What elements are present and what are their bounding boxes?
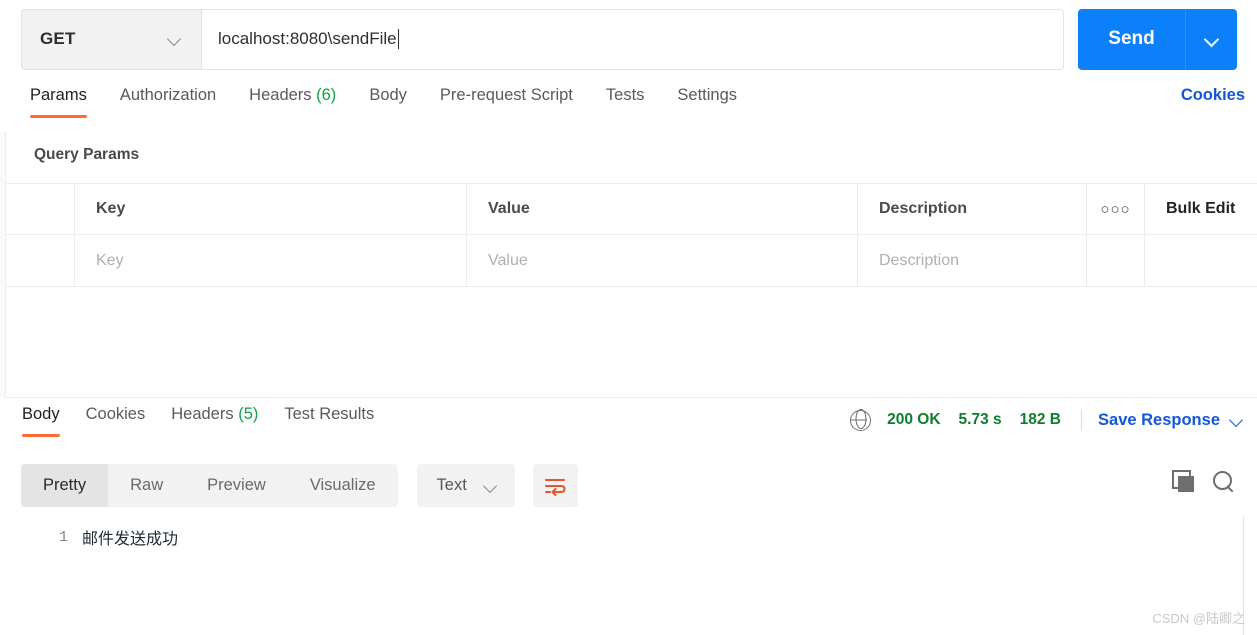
word-wrap-icon <box>545 478 566 496</box>
tab-label: Headers <box>249 86 312 104</box>
word-wrap-button[interactable] <box>532 464 578 507</box>
tab-label: Headers <box>171 405 234 423</box>
column-header-value: Value <box>467 183 858 235</box>
tab-label: Test Results <box>284 405 375 423</box>
tab-label: Pre-request Script <box>439 86 573 104</box>
chevron-down-icon <box>483 478 499 494</box>
watermark: CSDN @陆卿之 <box>1152 611 1245 626</box>
tab-authorization[interactable]: Authorization <box>120 86 216 117</box>
response-view-toolbar: Pretty Raw Preview Visualize Text <box>21 464 578 507</box>
table-header-row: Key Value Description ○○○ Bulk Edit <box>6 183 1257 235</box>
tab-count: (5) <box>238 405 259 423</box>
view-mode-segmented-control: Pretty Raw Preview Visualize <box>21 464 398 507</box>
url-input[interactable]: localhost:8080\sendFile <box>201 8 1064 70</box>
bulk-edit-label: Bulk Edit <box>1166 200 1236 217</box>
tab-label: Cookies <box>85 405 146 423</box>
tab-label: Params <box>30 86 87 104</box>
column-header-key: Key <box>75 183 467 235</box>
request-tabs: Params Authorization Headers (6) Body Pr… <box>0 86 1257 132</box>
send-options-button[interactable] <box>1185 8 1237 70</box>
tab-count: (6) <box>316 86 337 104</box>
tab-headers[interactable]: Headers (6) <box>249 86 336 117</box>
search-icon[interactable] <box>1212 470 1235 493</box>
divider <box>1081 409 1083 431</box>
copy-icon[interactable] <box>1172 470 1195 493</box>
row-checkbox-cell[interactable] <box>6 234 75 287</box>
save-response-label: Save Response <box>1098 410 1220 429</box>
postman-window: GET localhost:8080\sendFile Send Params … <box>0 0 1257 635</box>
http-method-selector[interactable]: GET <box>21 8 201 70</box>
panel-divider <box>6 397 1257 398</box>
bulk-edit-button[interactable]: Bulk Edit <box>1145 183 1257 235</box>
save-response-button[interactable]: Save Response <box>1098 411 1245 430</box>
response-meta: 200 OK 5.73 s 182 B Save Response <box>850 409 1245 431</box>
query-params-title: Query Params <box>34 146 140 163</box>
tab-label: Settings <box>677 86 738 104</box>
request-url-bar: GET localhost:8080\sendFile Send <box>0 0 1257 78</box>
line-content: 邮件发送成功 <box>82 531 179 548</box>
tab-tests[interactable]: Tests <box>606 86 645 117</box>
tab-body[interactable]: Body <box>369 86 407 117</box>
tab-pre-request-script[interactable]: Pre-request Script <box>440 86 573 117</box>
chevron-down-icon <box>1204 31 1220 47</box>
response-size: 182 B <box>1019 411 1062 428</box>
ellipsis-icon: ○○○ <box>1100 200 1131 218</box>
view-mode-pretty[interactable]: Pretty <box>21 464 109 507</box>
content-type-label: Text <box>436 476 467 494</box>
view-mode-preview[interactable]: Preview <box>185 464 288 507</box>
content-type-selector[interactable]: Text <box>416 464 515 507</box>
response-tab-test-results[interactable]: Test Results <box>284 405 374 436</box>
status-badge: 200 OK <box>887 411 941 428</box>
globe-icon <box>850 409 872 431</box>
table-options-button[interactable]: ○○○ <box>1087 183 1145 235</box>
column-header-description: Description <box>858 183 1087 235</box>
send-button-group: Send <box>1078 8 1237 70</box>
view-mode-visualize[interactable]: Visualize <box>288 464 398 507</box>
chevron-down-icon <box>1229 412 1245 428</box>
cookies-link[interactable]: Cookies <box>1181 86 1245 105</box>
http-method-label: GET <box>40 29 76 48</box>
tab-label: Tests <box>605 86 645 104</box>
select-all-checkbox-cell[interactable] <box>6 183 75 235</box>
response-tab-cookies[interactable]: Cookies <box>86 405 146 436</box>
response-actions <box>1172 470 1235 493</box>
query-params-table: Key Value Description ○○○ Bulk Edit Key … <box>6 183 1257 287</box>
tab-label: Body <box>22 405 60 423</box>
table-row: Key Value Description <box>6 234 1257 287</box>
line-number: 1 <box>58 528 68 546</box>
response-body-viewer[interactable]: 1 邮件发送成功 <box>0 518 1257 635</box>
tab-label: Body <box>369 86 407 104</box>
row-spacer <box>1087 234 1145 287</box>
chevron-down-icon <box>167 31 183 47</box>
view-mode-raw[interactable]: Raw <box>108 464 185 507</box>
value-input[interactable]: Value <box>467 234 858 287</box>
row-spacer-2 <box>1145 235 1257 287</box>
response-tab-body[interactable]: Body <box>22 405 60 437</box>
key-input[interactable]: Key <box>75 234 467 287</box>
tab-label: Authorization <box>119 86 217 104</box>
description-input[interactable]: Description <box>858 234 1087 287</box>
send-button[interactable]: Send <box>1078 8 1185 70</box>
tab-settings[interactable]: Settings <box>677 86 737 117</box>
tab-params[interactable]: Params <box>30 86 87 118</box>
url-input-value: localhost:8080\sendFile <box>218 29 397 48</box>
text-cursor <box>397 29 399 49</box>
code-line: 1 邮件发送成功 <box>0 518 1257 549</box>
response-tab-headers[interactable]: Headers (5) <box>171 405 258 436</box>
response-time: 5.73 s <box>958 411 1002 428</box>
